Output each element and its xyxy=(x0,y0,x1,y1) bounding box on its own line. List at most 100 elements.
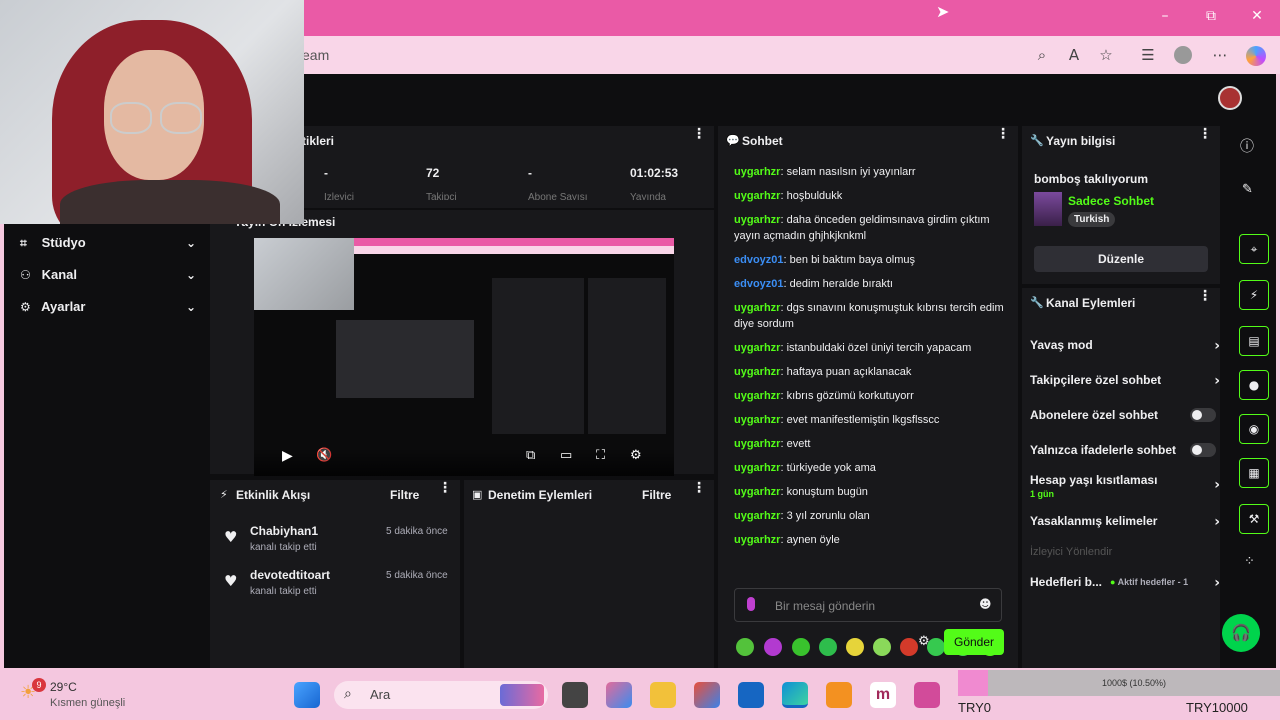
chat-username[interactable]: edvoyz01 xyxy=(734,278,784,290)
send-button[interactable]: Gönder xyxy=(944,629,1004,655)
chat-text: ben bi baktım baya olmuş xyxy=(789,254,916,266)
chevron-right-icon: › xyxy=(1214,373,1220,389)
chat-input[interactable]: Bir mesaj gönderin ☻ xyxy=(734,588,1002,622)
emote-icon[interactable] xyxy=(927,638,945,656)
fullscreen-icon[interactable]: ⛶ xyxy=(596,448,605,463)
play-icon[interactable]: ▶ xyxy=(282,448,293,464)
notes-icon[interactable]: ▤ xyxy=(1239,326,1269,356)
chat-username[interactable]: uygarhzr xyxy=(734,438,780,450)
copilot-icon[interactable] xyxy=(1246,46,1266,66)
emotes-only-toggle[interactable] xyxy=(1190,443,1216,457)
chat-username[interactable]: uygarhzr xyxy=(734,214,780,226)
url-field[interactable]: eam xyxy=(300,42,1280,68)
stream-video[interactable]: ▶ 🔇 ⧉ ▭ ⛶ ⚙ xyxy=(254,238,674,476)
zoom-icon[interactable]: ⌕ xyxy=(1032,46,1052,66)
chat-username[interactable]: uygarhzr xyxy=(734,462,780,474)
maximize-button[interactable]: ⧉ xyxy=(1196,8,1226,28)
file-explorer-icon[interactable] xyxy=(650,682,676,708)
emote-icon[interactable] xyxy=(736,638,754,656)
favorites-icon[interactable]: ☰ xyxy=(1138,46,1158,66)
chat-message: uygarhzr: evett xyxy=(734,438,811,450)
edit-pencil-icon[interactable]: ✎ xyxy=(1242,182,1253,197)
close-button[interactable]: ✕ xyxy=(1242,8,1272,28)
event-user[interactable]: devotedtitoart xyxy=(250,568,330,582)
chat-username[interactable]: uygarhzr xyxy=(734,414,780,426)
chat-menu-icon[interactable]: ⋮ xyxy=(996,126,1010,142)
store-icon[interactable] xyxy=(694,682,720,708)
favorite-star-icon[interactable]: ☆ xyxy=(1096,46,1116,66)
category-name[interactable]: Sadece Sohbet xyxy=(1068,194,1154,208)
power-icon[interactable]: ⚡ xyxy=(1239,280,1269,310)
edge-icon[interactable] xyxy=(782,682,808,708)
chat-username[interactable]: uygarhzr xyxy=(734,190,780,202)
emote-icon[interactable] xyxy=(792,638,810,656)
emote-icon[interactable] xyxy=(873,638,891,656)
chat-username[interactable]: uygarhzr xyxy=(734,366,780,378)
theater-icon[interactable]: ▭ xyxy=(560,448,572,463)
sidebar-item-settings[interactable]: ⚙ Ayarlar ⌄ xyxy=(20,296,200,318)
chat-username[interactable]: uygarhzr xyxy=(734,302,780,314)
pip-icon[interactable]: ⧉ xyxy=(526,448,535,463)
more-options-icon[interactable]: ⋯ xyxy=(1210,46,1230,66)
emote-icon[interactable] xyxy=(846,638,864,656)
user-avatar[interactable] xyxy=(1218,86,1242,110)
emote-icon[interactable] xyxy=(900,638,918,656)
layout-icon[interactable]: ▦ xyxy=(1239,458,1269,488)
outlook-icon[interactable] xyxy=(738,682,764,708)
chat-username[interactable]: uygarhzr xyxy=(734,510,780,522)
profile-icon[interactable] xyxy=(1174,46,1192,64)
stats-menu-icon[interactable]: ⋮ xyxy=(692,126,706,142)
channel-actions-menu-icon[interactable]: ⋮ xyxy=(1198,288,1212,304)
tools-icon[interactable]: ⚒ xyxy=(1239,504,1269,534)
sidebar-item-channel[interactable]: ⚇ Kanal ⌄ xyxy=(20,264,200,286)
chat-username[interactable]: edvoyz01 xyxy=(734,254,784,266)
app-m-icon[interactable]: m xyxy=(870,682,896,708)
mute-icon[interactable]: 🔇 xyxy=(316,448,332,463)
chat-popout-icon[interactable]: ● xyxy=(1239,370,1269,400)
start-icon[interactable] xyxy=(294,682,320,708)
minimize-button[interactable]: – xyxy=(1150,8,1180,28)
support-headset-icon[interactable]: 🎧 xyxy=(1222,614,1260,652)
clip-icon[interactable]: ⌖ xyxy=(1239,234,1269,264)
taskbar-search[interactable]: ⌕ Ara xyxy=(334,681,548,709)
info-icon[interactable]: ⓘ xyxy=(1240,136,1254,156)
slow-mode-row[interactable]: Yavaş mod › xyxy=(1030,338,1220,354)
chat-settings-icon[interactable]: ⚙ xyxy=(918,634,930,649)
account-age-row[interactable]: Hesap yaşı kısıtlaması 1 gün › xyxy=(1030,473,1220,499)
sidebar-item-studio[interactable]: ⌗ Stüdyo ⌄ xyxy=(20,232,200,254)
emote-icon[interactable] xyxy=(819,638,837,656)
weather-temp[interactable]: 29°C xyxy=(50,680,77,694)
chat-username[interactable]: uygarhzr xyxy=(734,486,780,498)
blender-icon[interactable] xyxy=(826,682,852,708)
emote-icon[interactable] xyxy=(764,638,782,656)
chat-username[interactable]: uygarhzr xyxy=(734,342,780,354)
emoji-icon[interactable]: ☻ xyxy=(979,597,992,611)
chat-username[interactable]: uygarhzr xyxy=(734,390,780,402)
moderation-filter-button[interactable]: Filtre xyxy=(642,488,671,502)
app-pink-icon[interactable] xyxy=(914,682,940,708)
followers-only-row[interactable]: Takipçilere özel sohbet › xyxy=(1030,373,1220,389)
chat-username[interactable]: uygarhzr xyxy=(734,534,780,546)
broadcast-icon[interactable]: ◉ xyxy=(1239,414,1269,444)
moderation-menu-icon[interactable]: ⋮ xyxy=(692,480,706,496)
chevron-down-icon: ⌄ xyxy=(185,236,196,250)
goals-row[interactable]: Hedefleri b... ● Aktif hedefler - 1 › xyxy=(1030,575,1220,591)
stream-info-menu-icon[interactable]: ⋮ xyxy=(1198,126,1212,142)
goals-status: Aktif hedefler - 1 xyxy=(1117,577,1189,587)
chat-username[interactable]: uygarhzr xyxy=(734,166,780,178)
activity-filter-button[interactable]: Filtre xyxy=(390,488,419,502)
event-user[interactable]: Chabiyhan1 xyxy=(250,524,318,538)
video-settings-icon[interactable]: ⚙ xyxy=(630,448,642,463)
task-view-icon[interactable] xyxy=(562,682,588,708)
integrations-icon[interactable]: ⁘ xyxy=(1244,554,1255,569)
banned-words-row[interactable]: Yasaklanmış kelimeler › xyxy=(1030,514,1220,530)
chevron-right-icon: › xyxy=(1214,338,1220,354)
chat-message: uygarhzr: haftaya puan açıklanacak xyxy=(734,366,912,378)
edit-button[interactable]: Düzenle xyxy=(1034,246,1208,272)
emotes-only-row: Yalnızca ifadelerle sohbet xyxy=(1030,443,1220,457)
activity-menu-icon[interactable]: ⋮ xyxy=(438,480,452,496)
wrench-icon: 🔧 xyxy=(1030,134,1044,147)
subscribers-only-toggle[interactable] xyxy=(1190,408,1216,422)
read-aloud-icon[interactable]: A xyxy=(1064,46,1084,66)
copilot-app-icon[interactable] xyxy=(606,682,632,708)
